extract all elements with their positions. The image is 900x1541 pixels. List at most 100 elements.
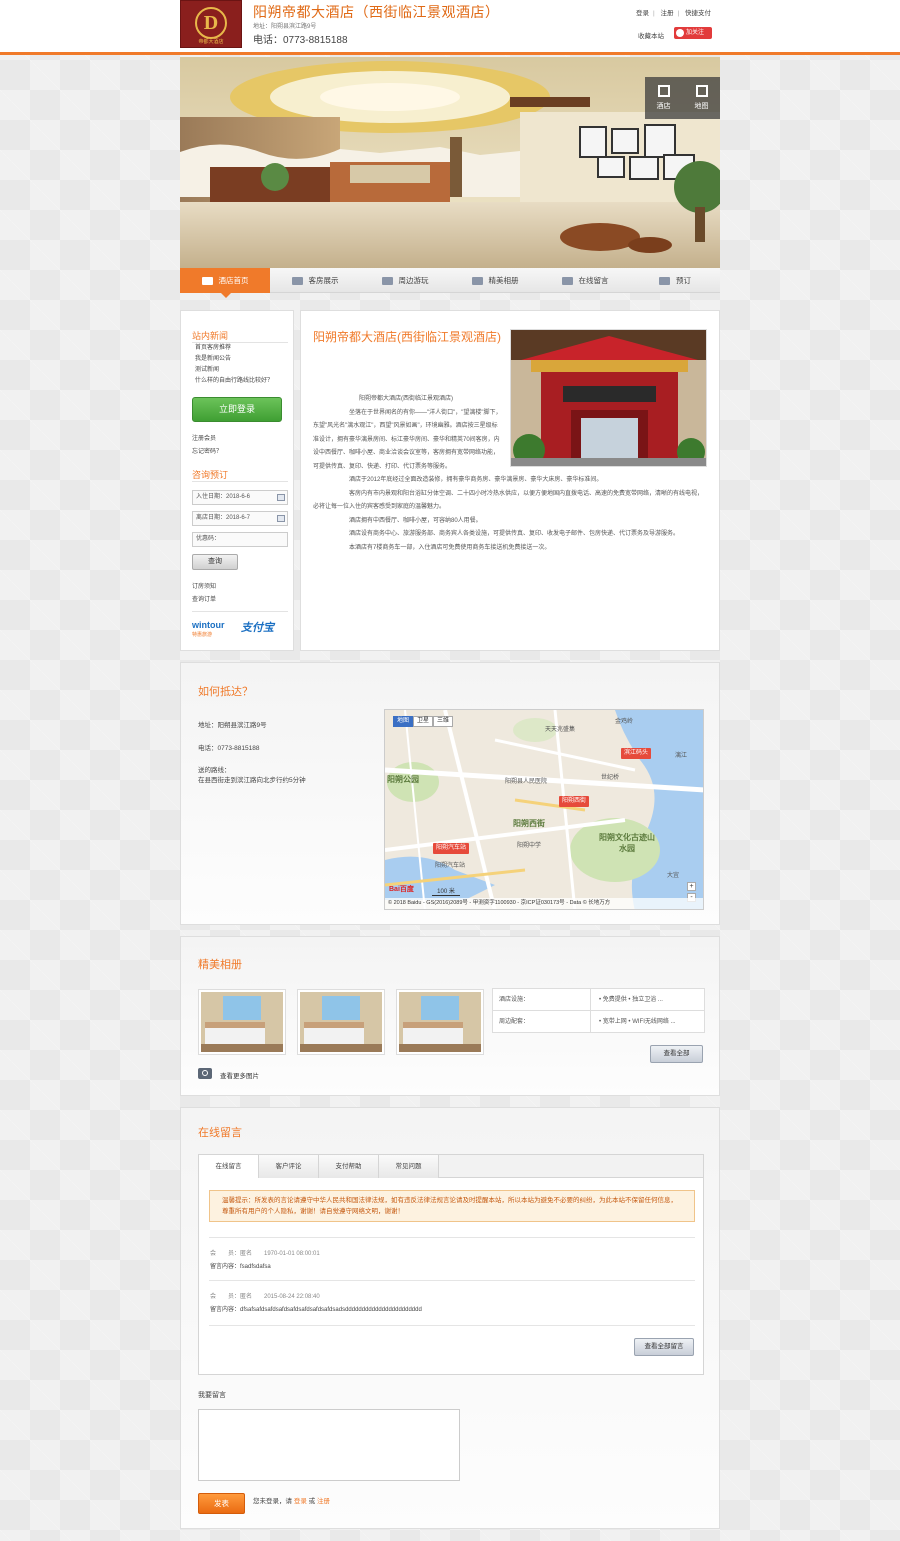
tab-faq[interactable]: 常见问题 [379, 1155, 439, 1178]
map-type-3d[interactable]: 三维 [433, 716, 454, 727]
facility-table: 酒店设施： • 免费提供 • 独立卫浴 ... 周边配套： • 宽带上网 • WIF… [492, 988, 705, 1033]
map-pin-west-street[interactable]: 阳朔西街 [559, 796, 590, 807]
hotel-view-button[interactable]: 酒店 [645, 77, 682, 119]
intro-paragraph: 本酒店有7楼商务车一部，入住酒店可免费使用商务车接送机免费接送一次。 [349, 544, 551, 551]
directions-address: 地址：阳朔县滨江路9号 [198, 722, 267, 729]
hotel-banner-image [180, 57, 720, 268]
news-item[interactable]: 我是新闻公告 [195, 354, 273, 365]
login-tip-text: 您未登录，请 [253, 1498, 292, 1505]
register-link[interactable]: 注册 [317, 1498, 330, 1505]
room-photo [399, 992, 481, 1052]
news-item[interactable]: 测试新闻 [195, 365, 273, 376]
plane-icon [381, 277, 393, 286]
intro-title: 阳朔帝都大酒店(西街临江景观酒店) [313, 330, 501, 344]
map-type-satellite[interactable]: 卫星 [413, 716, 434, 727]
facility-value: • 免费提供 • 独立卫浴 ... [599, 997, 663, 1003]
register-link[interactable]: 注册 [661, 10, 674, 17]
gallery-title: 精美相册 [198, 959, 242, 971]
leave-message-label: 我要留言 [198, 1392, 226, 1399]
register-member-link[interactable]: 注册会员 [192, 433, 216, 442]
map-label: 阳朔汽车站 [435, 863, 466, 869]
hotel-logo[interactable]: D 帝都大酒店 [180, 0, 242, 48]
nav-messages[interactable]: 在线留言 [540, 268, 630, 293]
baidu-logo: Bai百度 [389, 886, 414, 893]
login-button[interactable]: 立即登录 [192, 397, 282, 422]
tab-messages[interactable]: 在线留言 [199, 1155, 259, 1179]
more-photos-link[interactable]: 查看更多图片 [220, 1070, 259, 1080]
map-pin-dock[interactable]: 滨江码头 [621, 748, 652, 759]
alipay-logo[interactable]: 支付宝 [241, 619, 274, 635]
calendar-icon[interactable] [277, 515, 285, 522]
message-tabs: 在线留言 客户评论 支付帮助 常见问题 [198, 1154, 704, 1179]
nav-nearby-label: 周边游玩 [398, 276, 429, 285]
quick-pay-link[interactable]: 快捷支付 [685, 10, 711, 17]
divider [209, 1280, 695, 1281]
nav-rooms[interactable]: 客房展示 [270, 268, 360, 293]
nav-nearby[interactable]: 周边游玩 [360, 268, 450, 293]
map-type-map[interactable]: 地图 [393, 716, 414, 727]
divider [192, 611, 288, 612]
map-scale: 100 米 [432, 886, 460, 896]
nav-booking[interactable]: 预订 [630, 268, 720, 293]
map-label: 阳朔西街 [513, 819, 545, 828]
nav-booking-label: 预订 [676, 276, 691, 285]
map-pin-bus-station[interactable]: 阳朔汽车站 [433, 843, 470, 854]
intro-paragraph: 酒店拥有中西餐厅、咖啡小屋，可容纳80人用餐。 [349, 517, 482, 524]
tab-payment-help[interactable]: 支付帮助 [319, 1155, 379, 1178]
view-all-button[interactable]: 查看全部 [650, 1045, 703, 1063]
messages-section: 在线留言 在线留言 客户评论 支付帮助 常见问题 温馨提示：所发表的言论请遵守中… [180, 1107, 720, 1529]
hotel-phone: 电话：0773-8815188 [253, 35, 348, 46]
order-query-link[interactable]: 查询订单 [192, 594, 216, 603]
zoom-in-button[interactable]: + [687, 882, 696, 891]
gallery-thumb[interactable] [396, 989, 484, 1055]
intro-text: 阳朔帝都大酒店(西街临江景观酒店) 坐落在于世界闻名的有你——"洋人街口"，"望… [313, 393, 708, 555]
tab-reviews[interactable]: 客户评论 [259, 1155, 319, 1178]
intro-paragraph: 酒店于2012年底经过全面改造装修，拥有豪华商务房、豪华漓景房、豪华大床房、豪华… [349, 477, 603, 483]
checkin-date-field[interactable]: 入住日期：2018-6-6 [192, 490, 288, 505]
site-header: D 帝都大酒店 阳朔帝都大酒店（西街临江景观酒店） 地址：阳朔县滨江路9号 电话… [0, 0, 900, 55]
nav-gallery-label: 精美相册 [488, 276, 519, 285]
view-all-messages-button[interactable]: 查看全部留言 [634, 1338, 694, 1356]
message-textarea[interactable] [198, 1409, 460, 1481]
submit-button[interactable]: 发表 [198, 1493, 245, 1514]
nav-home[interactable]: 酒店首页 [180, 268, 270, 298]
news-item[interactable]: 什么样的自由行路线比较好？ [195, 376, 273, 387]
cup-icon [201, 277, 213, 286]
gallery-thumb[interactable] [198, 989, 286, 1055]
login-tip: 您未登录，请 登录 或 注册 [253, 1495, 330, 1505]
baidu-map[interactable]: 地图 卫星 三维 天天兆盛集 阳朔公园 阳朔西街 阳朔文化古迹山水园 阳朔县人民… [384, 709, 704, 910]
gallery-thumb[interactable] [297, 989, 385, 1055]
map-label: 阳朔县人民医院 [505, 779, 548, 785]
directions-phone: 电话：0773-8815188 [198, 745, 260, 752]
forgot-password-link[interactable]: 忘记密码？ [192, 446, 222, 455]
intro-paragraph: 酒店设有商务中心、旅游服务部、商务宾人各类设施，可提供传真、复印、收发电子邮件、… [349, 531, 680, 537]
gallery-section: 精美相册 酒店设施： • 免费提供 • 独立卫浴 ... 周边配套： • 宽带上网 … [180, 936, 720, 1096]
news-item[interactable]: 首页客房推荐 [195, 343, 273, 354]
bed-icon [291, 277, 303, 286]
query-button[interactable]: 查询 [192, 554, 238, 570]
weibo-follow-button[interactable]: 加关注 [674, 27, 712, 39]
intro-paragraph: 坐落在于世界闻名的有你——"洋人街口"，"望漓楼"脚下，东望"风光名"漓水观江"… [313, 409, 502, 470]
booking-notice-link[interactable]: 订房须知 [192, 581, 216, 590]
wintour-logo[interactable]: wintour [192, 620, 225, 630]
map-view-button[interactable]: 地图 [683, 77, 720, 119]
coupon-field[interactable]: 优惠码： [192, 532, 288, 547]
sidebar: 站内新闻 首页客房推荐 我是新闻公告 测试新闻 什么样的自由行路线比较好？ 立即… [180, 310, 294, 651]
hotel-address: 地址：阳朔县滨江路9号 [253, 24, 317, 30]
collect-site-link[interactable]: 收藏本站 [638, 30, 664, 40]
hotel-icon [657, 85, 670, 97]
nav-gallery[interactable]: 精美相册 [450, 268, 540, 293]
divider [493, 1010, 704, 1011]
logo-subtitle: 帝都大酒店 [198, 39, 224, 45]
calendar-icon[interactable] [277, 494, 285, 501]
checkout-date-field[interactable]: 离店日期：2018-6-7 [192, 511, 288, 526]
camera-icon [198, 1068, 212, 1079]
logo-letter: D [195, 7, 227, 39]
directions-title: 如何抵达？ [198, 686, 253, 698]
login-link[interactable]: 登录 [294, 1498, 307, 1505]
hotel-intro: 阳朔帝都大酒店(西街临江景观酒店) 阳朔帝都大酒店(西街临江景观酒店) 坐落在于… [300, 310, 720, 651]
message-content: 留言内容：dfsafsafdsafdsafdsafdsafdsafdsafdsa… [210, 1307, 422, 1313]
login-link[interactable]: 登录 [636, 10, 649, 17]
facility-row: 酒店设施： • 免费提供 • 独立卫浴 ... [493, 989, 704, 1011]
hotel-view-label: 酒店 [656, 103, 671, 110]
